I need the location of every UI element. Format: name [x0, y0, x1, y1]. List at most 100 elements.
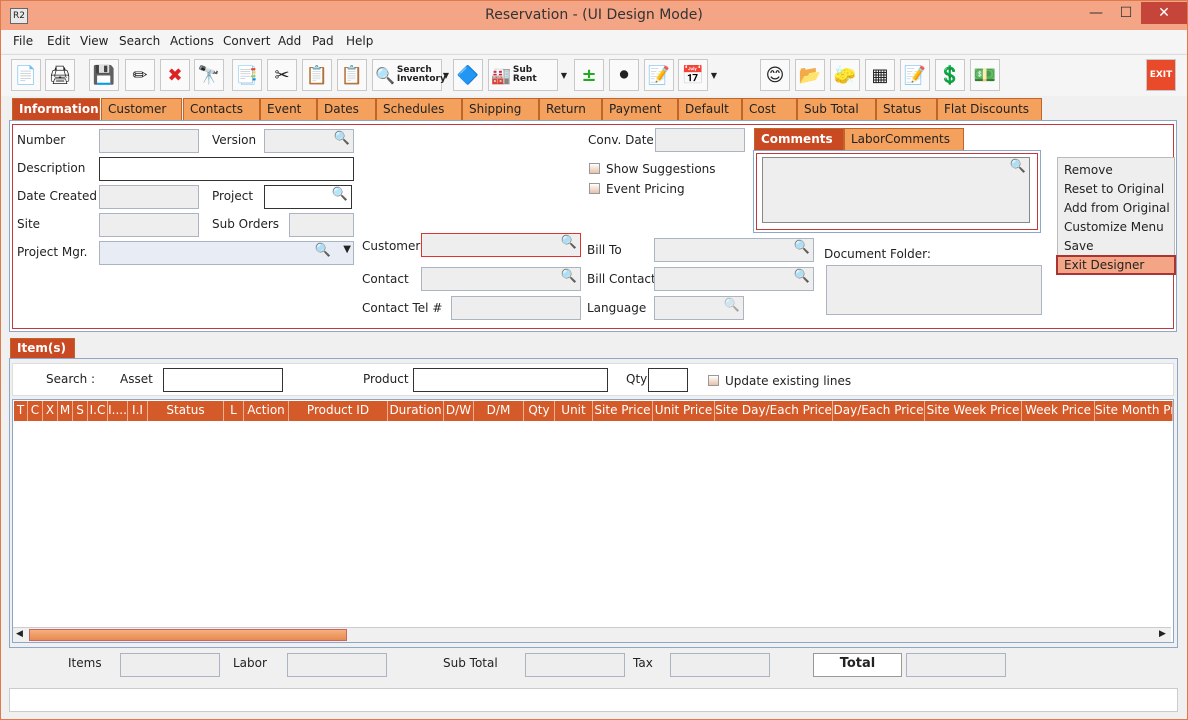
- grid-header-day-each-price[interactable]: Day/Each Price: [833, 401, 925, 421]
- menu-actions[interactable]: Actions: [170, 34, 214, 48]
- product-field[interactable]: [413, 368, 608, 392]
- money-arrow-icon[interactable]: 💲: [935, 59, 965, 91]
- tab-payment[interactable]: Payment: [602, 98, 678, 120]
- scissors-icon[interactable]: ✂: [267, 59, 297, 91]
- exit-button[interactable]: EXIT: [1146, 59, 1176, 91]
- tab-flat-discounts[interactable]: Flat Discounts: [937, 98, 1042, 120]
- grid-header-t[interactable]: T: [14, 401, 28, 421]
- menu-view[interactable]: View: [80, 34, 108, 48]
- search-icon[interactable]: 🔍: [315, 243, 331, 258]
- contact-tel-field[interactable]: [451, 296, 581, 320]
- description-field[interactable]: [99, 157, 354, 181]
- qty-field[interactable]: [648, 368, 688, 392]
- total-button[interactable]: Total: [813, 653, 902, 677]
- site-field[interactable]: [99, 213, 199, 237]
- version-field[interactable]: 🔍: [264, 129, 354, 153]
- asset-field[interactable]: [163, 368, 283, 392]
- menu-save[interactable]: Save: [1064, 239, 1093, 253]
- money-notes-icon[interactable]: 💵: [970, 59, 1000, 91]
- grid-header-unit-price[interactable]: Unit Price: [653, 401, 715, 421]
- document-folder-field[interactable]: [826, 265, 1042, 315]
- tab-shipping[interactable]: Shipping: [462, 98, 539, 120]
- folder-clock-icon[interactable]: 📂: [795, 59, 825, 91]
- grid-header-c[interactable]: C: [28, 401, 43, 421]
- grid-header-qty[interactable]: Qty: [524, 401, 555, 421]
- tab-contacts[interactable]: Contacts: [183, 98, 260, 120]
- search-icon[interactable]: 🔍: [334, 131, 350, 146]
- search-icon[interactable]: 🔍: [794, 269, 810, 284]
- tab-customer[interactable]: Customer: [101, 98, 182, 120]
- menu-customize-menu[interactable]: Customize Menu: [1064, 220, 1164, 234]
- add-minus-icon[interactable]: ±: [574, 59, 604, 91]
- tab-labor-comments[interactable]: LaborComments: [844, 128, 964, 150]
- conv-date-field[interactable]: [655, 128, 745, 152]
- menu-edit[interactable]: Edit: [47, 34, 70, 48]
- smiley-icon[interactable]: 😊: [760, 59, 790, 91]
- grid-header-site-month-price[interactable]: Site Month Pr: [1095, 401, 1173, 421]
- maximize-button[interactable]: ☐: [1111, 2, 1141, 24]
- grid-header-week-price[interactable]: Week Price: [1022, 401, 1095, 421]
- close-button[interactable]: ✕: [1141, 2, 1187, 24]
- scroll-left-icon[interactable]: ◀: [16, 629, 23, 639]
- search-icon[interactable]: 🔍: [1010, 159, 1026, 174]
- scroll-right-icon[interactable]: ▶: [1159, 629, 1166, 639]
- project-mgr-field[interactable]: 🔍 ▼: [99, 241, 354, 265]
- menu-search[interactable]: Search: [119, 34, 160, 48]
- copy-icon[interactable]: 📋: [302, 59, 332, 91]
- grid-header-ii[interactable]: I.I: [128, 401, 148, 421]
- sub-orders-field[interactable]: [289, 213, 354, 237]
- customer-field[interactable]: 🔍: [421, 233, 581, 257]
- paste-icon[interactable]: 📋: [337, 59, 367, 91]
- language-field[interactable]: 🔍: [654, 296, 744, 320]
- scrollbar-thumb[interactable]: [29, 629, 347, 641]
- grid-header-s[interactable]: S: [73, 401, 88, 421]
- menu-exit-designer[interactable]: Exit Designer: [1064, 258, 1144, 272]
- search-inventory-button[interactable]: 🔍 Search Inventory: [372, 59, 446, 91]
- grid-header-site-day-each-price[interactable]: Site Day/Each Price: [715, 401, 833, 421]
- new-document-icon[interactable]: 📄: [11, 59, 41, 91]
- bill-contact-field[interactable]: 🔍: [654, 267, 814, 291]
- copy-arrow-icon[interactable]: 📑: [232, 59, 262, 91]
- sub-rent-dropdown-icon[interactable]: ▼: [560, 59, 568, 91]
- tab-dates[interactable]: Dates: [317, 98, 376, 120]
- balls-icon[interactable]: ⚫: [609, 59, 639, 91]
- grid-header-dm[interactable]: D/M: [474, 401, 524, 421]
- project-field[interactable]: 🔍: [264, 185, 352, 209]
- tab-default[interactable]: Default: [678, 98, 742, 120]
- grid-header-x[interactable]: X: [43, 401, 58, 421]
- menu-pad[interactable]: Pad: [312, 34, 334, 48]
- grid-header-status[interactable]: Status: [148, 401, 224, 421]
- tab-cost[interactable]: Cost: [742, 98, 797, 120]
- checklist-edit-icon[interactable]: 📝: [900, 59, 930, 91]
- search-icon[interactable]: 🔍: [561, 235, 577, 250]
- update-existing-checkbox[interactable]: [708, 375, 719, 386]
- comments-textarea[interactable]: 🔍: [762, 157, 1030, 223]
- tab-sub-total[interactable]: Sub Total: [797, 98, 876, 120]
- search-icon[interactable]: 🔍: [794, 240, 810, 255]
- bill-to-field[interactable]: 🔍: [654, 238, 814, 262]
- eraser-icon[interactable]: 🧽: [830, 59, 860, 91]
- tab-schedules[interactable]: Schedules: [376, 98, 462, 120]
- grid-header-site-week-price[interactable]: Site Week Price: [925, 401, 1022, 421]
- dropdown-arrow-icon[interactable]: ▼: [343, 244, 351, 255]
- save-icon[interactable]: 💾: [89, 59, 119, 91]
- event-pricing-checkbox[interactable]: [589, 183, 600, 194]
- grid-header-action[interactable]: Action: [244, 401, 289, 421]
- contact-field[interactable]: 🔍: [421, 267, 581, 291]
- menu-file[interactable]: File: [13, 34, 33, 48]
- sub-rent-button[interactable]: 🏭 Sub Rent: [488, 59, 558, 91]
- grid-header-unit[interactable]: Unit: [555, 401, 593, 421]
- grid-header-dw[interactable]: D/W: [444, 401, 474, 421]
- number-field[interactable]: [99, 129, 199, 153]
- tab-items[interactable]: Item(s): [10, 338, 75, 358]
- tab-status[interactable]: Status: [876, 98, 937, 120]
- delete-icon[interactable]: ✖: [160, 59, 190, 91]
- search-icon[interactable]: 🔍: [332, 187, 348, 202]
- search-icon[interactable]: 🔍: [561, 269, 577, 284]
- grid-header-ic[interactable]: I.C: [88, 401, 108, 421]
- minimize-button[interactable]: —: [1081, 2, 1111, 24]
- grid-header-m[interactable]: M: [58, 401, 73, 421]
- date-created-field[interactable]: [99, 185, 199, 209]
- tab-comments[interactable]: Comments: [754, 128, 844, 150]
- menu-reset-to-original[interactable]: Reset to Original: [1064, 182, 1164, 196]
